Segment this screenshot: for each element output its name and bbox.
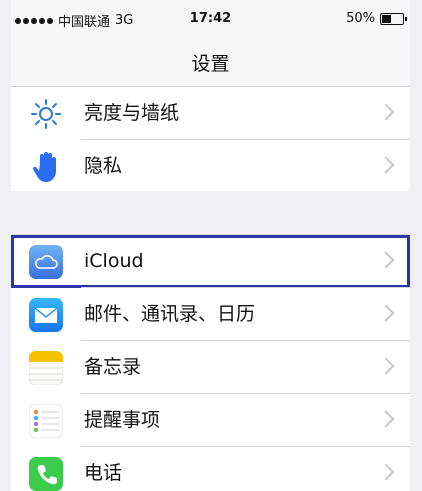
settings-item-label: 提醒事项 xyxy=(84,409,161,431)
battery-percent: 50% xyxy=(346,11,375,26)
status-bar: 中国联通 3G 17:42 50% xyxy=(11,0,410,36)
phone-icon xyxy=(29,457,63,491)
chevron-right-icon xyxy=(377,357,395,375)
notes-icon xyxy=(29,351,63,385)
chevron-right-icon xyxy=(377,251,395,269)
settings-item-reminders[interactable]: 提醒事项 xyxy=(11,394,410,447)
settings-item-mail-contacts-calendars[interactable]: 邮件、通讯录、日历 xyxy=(11,288,410,341)
mail-icon xyxy=(29,298,63,332)
chevron-right-icon xyxy=(377,103,395,121)
settings-screen: 中国联通 3G 17:42 50% 设置 亮度与墙纸 隐私 iCloud 邮件、… xyxy=(11,0,410,491)
settings-item-notes[interactable]: 备忘录 xyxy=(11,341,410,394)
settings-item-label: 电话 xyxy=(84,462,123,484)
privacy-hand-icon xyxy=(32,152,56,182)
brightness-icon xyxy=(31,99,61,129)
chevron-right-icon xyxy=(377,410,395,428)
section-gap xyxy=(11,191,410,233)
settings-item-icloud[interactable]: iCloud xyxy=(11,235,410,288)
settings-item-label: 亮度与墙纸 xyxy=(84,102,180,124)
chevron-right-icon xyxy=(377,304,395,322)
settings-item-brightness-wallpaper[interactable]: 亮度与墙纸 xyxy=(11,87,410,140)
settings-item-label: 隐私 xyxy=(84,155,123,177)
settings-item-label: 备忘录 xyxy=(84,356,142,378)
chevron-right-icon xyxy=(377,156,395,174)
reminders-icon xyxy=(29,404,63,438)
settings-item-label: 邮件、通讯录、日历 xyxy=(84,303,256,325)
chevron-right-icon xyxy=(377,463,395,481)
settings-item-privacy[interactable]: 隐私 xyxy=(11,140,410,193)
highlight-box xyxy=(11,235,410,288)
settings-group-accounts: iCloud 邮件、通讯录、日历 备忘录 提醒事项 电话 xyxy=(11,234,410,491)
settings-item-label: iCloud xyxy=(84,250,144,272)
settings-item-phone[interactable]: 电话 xyxy=(11,447,410,491)
page-title: 设置 xyxy=(191,53,230,75)
navigation-bar: 设置 xyxy=(11,36,410,87)
battery-icon xyxy=(380,12,407,25)
settings-group-display-privacy: 亮度与墙纸 隐私 xyxy=(11,86,410,194)
icloud-icon xyxy=(29,245,63,279)
